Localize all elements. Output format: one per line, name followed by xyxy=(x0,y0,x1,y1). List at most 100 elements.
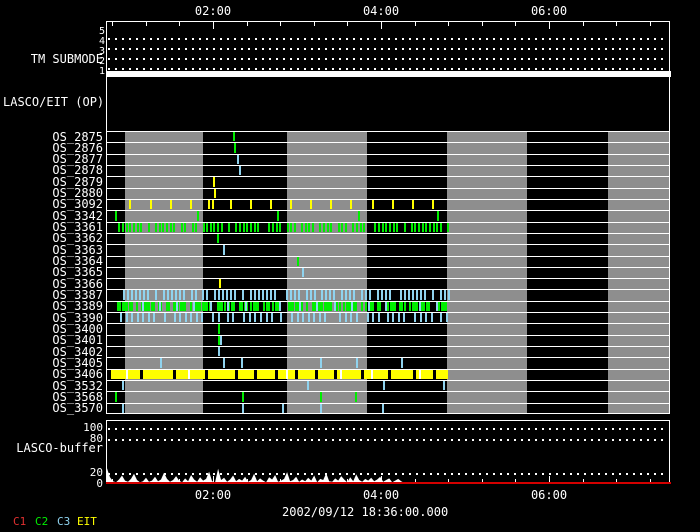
os-activity-tick xyxy=(194,290,197,300)
os-activity-tick xyxy=(436,301,439,312)
os-activity-tick xyxy=(195,313,198,323)
os-activity-tick xyxy=(368,290,371,300)
os-bar-gap xyxy=(314,369,318,380)
os-activity-tick xyxy=(307,313,310,323)
os-activity-tick xyxy=(147,290,150,300)
os-activity-tick xyxy=(122,222,125,232)
os-activity-tick xyxy=(440,222,443,232)
os-activity-tick xyxy=(445,313,448,323)
os-activity-tick xyxy=(271,222,274,232)
os-row-separator xyxy=(107,346,669,347)
os-activity-tick xyxy=(394,301,397,312)
axis-tick-top xyxy=(112,22,114,26)
os-activity-tick xyxy=(129,222,132,232)
os-activity-tick xyxy=(350,199,353,210)
os-activity-tick xyxy=(217,222,220,232)
os-activity-tick xyxy=(316,301,319,312)
os-activity-tick xyxy=(184,301,187,312)
os-activity-tick xyxy=(182,290,185,300)
os-activity-tick xyxy=(270,199,273,210)
tm-ytick-label: 3 xyxy=(98,46,105,57)
tm-ytick-label: 5 xyxy=(98,26,105,37)
os-activity-tick xyxy=(162,290,165,300)
os-activity-tick xyxy=(202,222,205,232)
os-activity-tick xyxy=(338,301,341,312)
os-activity-tick xyxy=(135,290,138,300)
os-activity-tick xyxy=(147,222,150,232)
os-activity-tick xyxy=(173,313,176,323)
os-activity-tick xyxy=(222,245,225,255)
os-activity-tick xyxy=(210,301,213,312)
os-activity-tick xyxy=(147,313,150,323)
os-activity-tick xyxy=(313,290,316,300)
os-activity-tick xyxy=(130,301,133,312)
os-row-separator xyxy=(107,323,669,324)
os-bar-gap xyxy=(253,369,257,380)
lasco-buffer-label: LASCO-buffer xyxy=(16,441,103,455)
os-activity-tick xyxy=(437,211,440,221)
os-row-label: OS_3570 xyxy=(52,401,103,416)
os-activity-tick xyxy=(258,290,261,300)
os-activity-tick xyxy=(358,211,361,221)
os-activity-tick xyxy=(220,335,223,346)
os-activity-tick xyxy=(169,222,172,232)
os-activity-tick xyxy=(136,313,139,323)
timestamp-label: 2002/09/12 18:36:00.000 xyxy=(282,505,449,519)
os-activity-tick xyxy=(257,301,260,312)
time-label-bottom: 04:00 xyxy=(362,488,400,502)
os-activity-tick xyxy=(337,222,340,232)
os-activity-tick xyxy=(359,222,362,232)
time-label-top: 02:00 xyxy=(194,4,232,18)
os-activity-tick xyxy=(131,290,134,300)
os-activity-tick xyxy=(425,222,428,232)
os-activity-tick xyxy=(127,290,130,300)
os-activity-tick xyxy=(190,313,193,323)
os-activity-tick xyxy=(376,290,379,300)
os-activity-tick xyxy=(301,301,304,312)
os-activity-tick xyxy=(193,301,196,312)
os-activity-tick xyxy=(165,222,168,232)
os-activity-tick xyxy=(180,222,183,232)
os-activity-tick xyxy=(355,313,358,323)
os-activity-tick xyxy=(176,301,179,312)
os-activity-tick xyxy=(217,233,220,244)
os-activity-tick xyxy=(444,290,447,300)
os-activity-tick xyxy=(349,290,352,300)
os-activity-tick xyxy=(319,392,322,402)
os-activity-tick xyxy=(246,222,249,232)
os-activity-tick xyxy=(353,290,356,300)
os-activity-tick xyxy=(364,290,367,300)
os-activity-tick xyxy=(241,392,244,402)
axis-tick-top xyxy=(515,22,517,26)
os-row-separator xyxy=(107,154,669,155)
axis-tick-top xyxy=(448,22,450,26)
os-activity-tick xyxy=(125,313,128,323)
os-activity-tick xyxy=(266,290,269,300)
os-bar-white-tick xyxy=(371,369,374,380)
os-activity-tick xyxy=(243,313,246,323)
os-activity-tick xyxy=(230,290,233,300)
os-activity-tick xyxy=(374,222,377,232)
os-activity-tick xyxy=(418,222,421,232)
os-activity-tick xyxy=(115,211,118,221)
axis-tick-top xyxy=(313,22,315,26)
os-activity-tick xyxy=(260,313,263,323)
os-activity-tick xyxy=(386,313,389,323)
os-activity-tick xyxy=(131,313,134,323)
os-activity-tick xyxy=(218,279,221,289)
os-activity-tick xyxy=(367,301,370,312)
os-activity-tick xyxy=(350,301,353,312)
os-activity-tick xyxy=(392,313,395,323)
os-activity-tick xyxy=(158,222,161,232)
axis-tick-top xyxy=(381,22,382,29)
os-bar-gap xyxy=(172,369,176,380)
os-activity-tick xyxy=(271,313,274,323)
os-activity-tick xyxy=(419,313,422,323)
os-activity-tick xyxy=(333,301,336,312)
os-activity-tick xyxy=(440,313,443,323)
tm-ytick-label: 1 xyxy=(98,66,105,77)
os-activity-tick xyxy=(239,222,242,232)
os-activity-tick xyxy=(206,222,209,232)
os-activity-tick xyxy=(355,392,358,402)
os-activity-tick xyxy=(234,143,237,153)
